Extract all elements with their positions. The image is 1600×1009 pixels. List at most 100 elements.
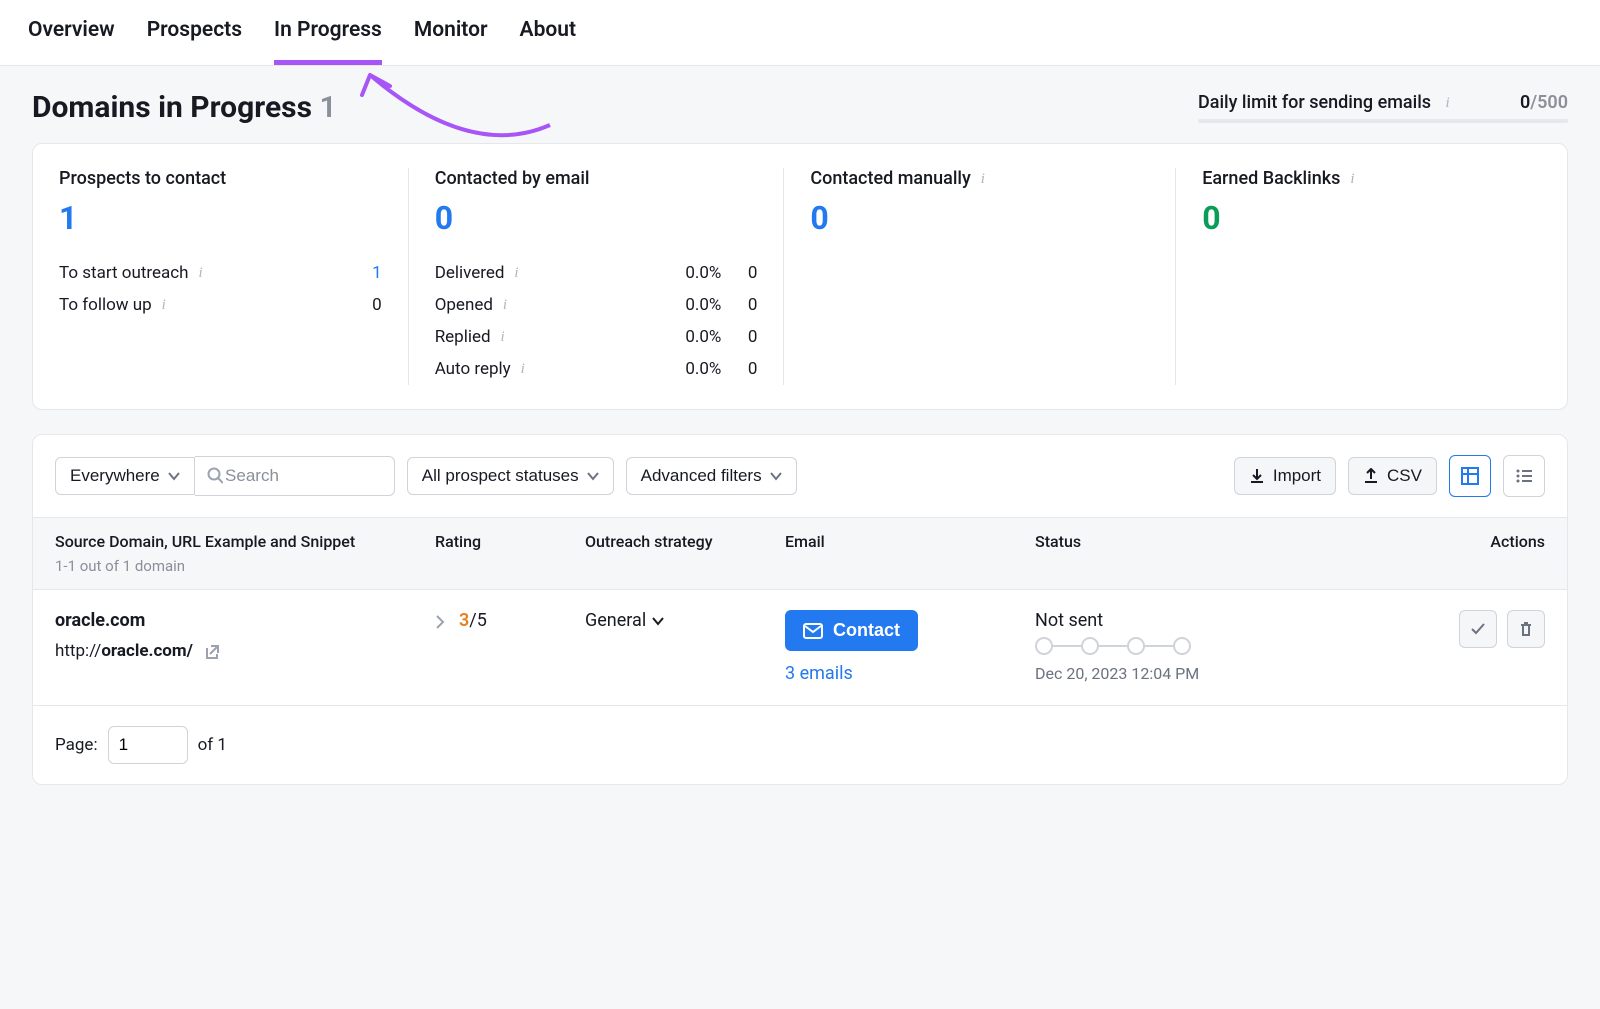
table-row: oracle.com http://oracle.com/ 3/5 Genera… <box>33 590 1567 706</box>
chevron-down-icon <box>168 470 180 482</box>
stat-earned-value[interactable]: 0 <box>1202 199 1541 237</box>
info-icon[interactable]: i <box>497 298 513 314</box>
search-input[interactable] <box>223 465 382 487</box>
stat-autoreply-val: 0 <box>721 359 757 379</box>
stat-delivered-pct: 0.0% <box>661 263 721 283</box>
info-icon[interactable]: i <box>156 298 172 314</box>
stat-opened-label: Opened <box>435 295 493 315</box>
row-status-date: Dec 20, 2023 12:04 PM <box>1035 663 1255 685</box>
trash-icon <box>1518 621 1534 637</box>
info-icon[interactable]: i <box>1344 171 1360 187</box>
external-link-icon[interactable] <box>203 644 219 660</box>
stat-prospects: Prospects to contact 1 To start outreach… <box>33 168 409 385</box>
info-icon[interactable]: i <box>193 266 209 282</box>
row-url[interactable]: http://oracle.com/ <box>55 641 435 661</box>
stat-delivered-val: 0 <box>721 263 757 283</box>
stat-prospects-value[interactable]: 1 <box>59 199 382 237</box>
emails-link[interactable]: 3 emails <box>785 663 1035 684</box>
pagination-label: Page: <box>55 735 98 755</box>
filter-everywhere-label: Everywhere <box>70 466 160 486</box>
stat-earned-title: Earned Backlinks <box>1202 168 1340 189</box>
row-url-prefix: http:// <box>55 641 101 661</box>
stat-contacted-title: Contacted by email <box>435 168 758 189</box>
status-steps <box>1035 637 1255 655</box>
stats-panel: Prospects to contact 1 To start outreach… <box>32 143 1568 410</box>
table-icon <box>1461 467 1479 485</box>
filter-everywhere[interactable]: Everywhere <box>55 457 195 495</box>
th-subcount: 1-1 out of 1 domain <box>55 557 435 575</box>
stat-delivered-label: Delivered <box>435 263 505 283</box>
stat-replied-pct: 0.0% <box>661 327 721 347</box>
contact-button[interactable]: Contact <box>785 610 918 651</box>
row-domain[interactable]: oracle.com <box>55 610 435 631</box>
tab-overview[interactable]: Overview <box>28 18 115 65</box>
filter-advanced[interactable]: Advanced filters <box>626 457 797 495</box>
pagination: Page: of 1 <box>33 706 1567 784</box>
csv-button[interactable]: CSV <box>1348 457 1437 495</box>
stat-follow-up-label: To follow up <box>59 295 152 315</box>
stat-to-start-value[interactable]: 1 <box>346 263 382 283</box>
stat-contacted-value[interactable]: 0 <box>435 199 758 237</box>
stat-replied-val: 0 <box>721 327 757 347</box>
import-button[interactable]: Import <box>1234 457 1336 495</box>
tab-in-progress[interactable]: In Progress <box>274 18 382 65</box>
daily-limit-label: Daily limit for sending emails <box>1198 92 1431 113</box>
tab-prospects[interactable]: Prospects <box>147 18 242 65</box>
info-icon[interactable]: i <box>975 171 991 187</box>
stat-manual: Contacted manually i 0 <box>784 168 1176 385</box>
view-table-button[interactable] <box>1449 455 1491 497</box>
row-strategy[interactable]: General <box>585 610 664 631</box>
page-title-count: 1 <box>319 90 336 125</box>
info-icon[interactable]: i <box>515 362 531 378</box>
view-list-button[interactable] <box>1503 455 1545 497</box>
stat-earned: Earned Backlinksi 0 <box>1176 168 1567 385</box>
th-strategy: Outreach strategy <box>585 532 785 575</box>
tab-about[interactable]: About <box>520 18 577 65</box>
filter-advanced-label: Advanced filters <box>641 466 762 486</box>
page-input[interactable] <box>108 726 188 764</box>
delete-button[interactable] <box>1507 610 1545 648</box>
th-email: Email <box>785 532 1035 575</box>
contact-label: Contact <box>833 620 900 641</box>
page-title: Domains in Progress 1 <box>32 90 337 125</box>
th-source: Source Domain, URL Example and Snippet <box>55 532 435 551</box>
stat-prospects-title: Prospects to contact <box>59 168 382 189</box>
stat-replied-label: Replied <box>435 327 491 347</box>
chevron-down-icon <box>652 615 664 627</box>
daily-limit-max: /500 <box>1530 92 1568 113</box>
row-rating-num: 3 <box>459 610 469 631</box>
row-rating-max: /5 <box>469 610 487 631</box>
chevron-right-icon[interactable] <box>435 611 449 630</box>
search-input-wrap[interactable] <box>195 456 395 496</box>
table-header: Source Domain, URL Example and Snippet 1… <box>33 517 1567 590</box>
stat-autoreply-pct: 0.0% <box>661 359 721 379</box>
nav-tabs: Overview Prospects In Progress Monitor A… <box>0 0 1600 66</box>
stat-opened-val: 0 <box>721 295 757 315</box>
th-status: Status <box>1035 532 1255 575</box>
tab-monitor[interactable]: Monitor <box>414 18 488 65</box>
filter-statuses-label: All prospect statuses <box>422 466 579 486</box>
upload-icon <box>1363 468 1379 484</box>
stat-manual-title: Contacted manually <box>810 168 970 189</box>
mail-icon <box>803 623 823 639</box>
stat-manual-value[interactable]: 0 <box>810 199 1149 237</box>
list-icon <box>1515 467 1533 485</box>
row-status-label: Not sent <box>1035 610 1255 631</box>
check-icon <box>1470 621 1486 637</box>
chevron-down-icon <box>770 470 782 482</box>
info-icon[interactable]: i <box>508 266 524 282</box>
filter-statuses[interactable]: All prospect statuses <box>407 457 614 495</box>
daily-limit-bar <box>1198 119 1568 123</box>
daily-limit: Daily limit for sending emails i 0/500 <box>1198 92 1568 123</box>
info-icon[interactable]: i <box>495 330 511 346</box>
stat-opened-pct: 0.0% <box>661 295 721 315</box>
download-icon <box>1249 468 1265 484</box>
mark-done-button[interactable] <box>1459 610 1497 648</box>
stat-autoreply-label: Auto reply <box>435 359 511 379</box>
search-icon <box>207 467 223 485</box>
csv-label: CSV <box>1387 466 1422 486</box>
import-label: Import <box>1273 466 1321 486</box>
daily-limit-value: 0 <box>1520 92 1530 113</box>
info-icon[interactable]: i <box>1440 95 1456 111</box>
th-rating: Rating <box>435 532 585 575</box>
